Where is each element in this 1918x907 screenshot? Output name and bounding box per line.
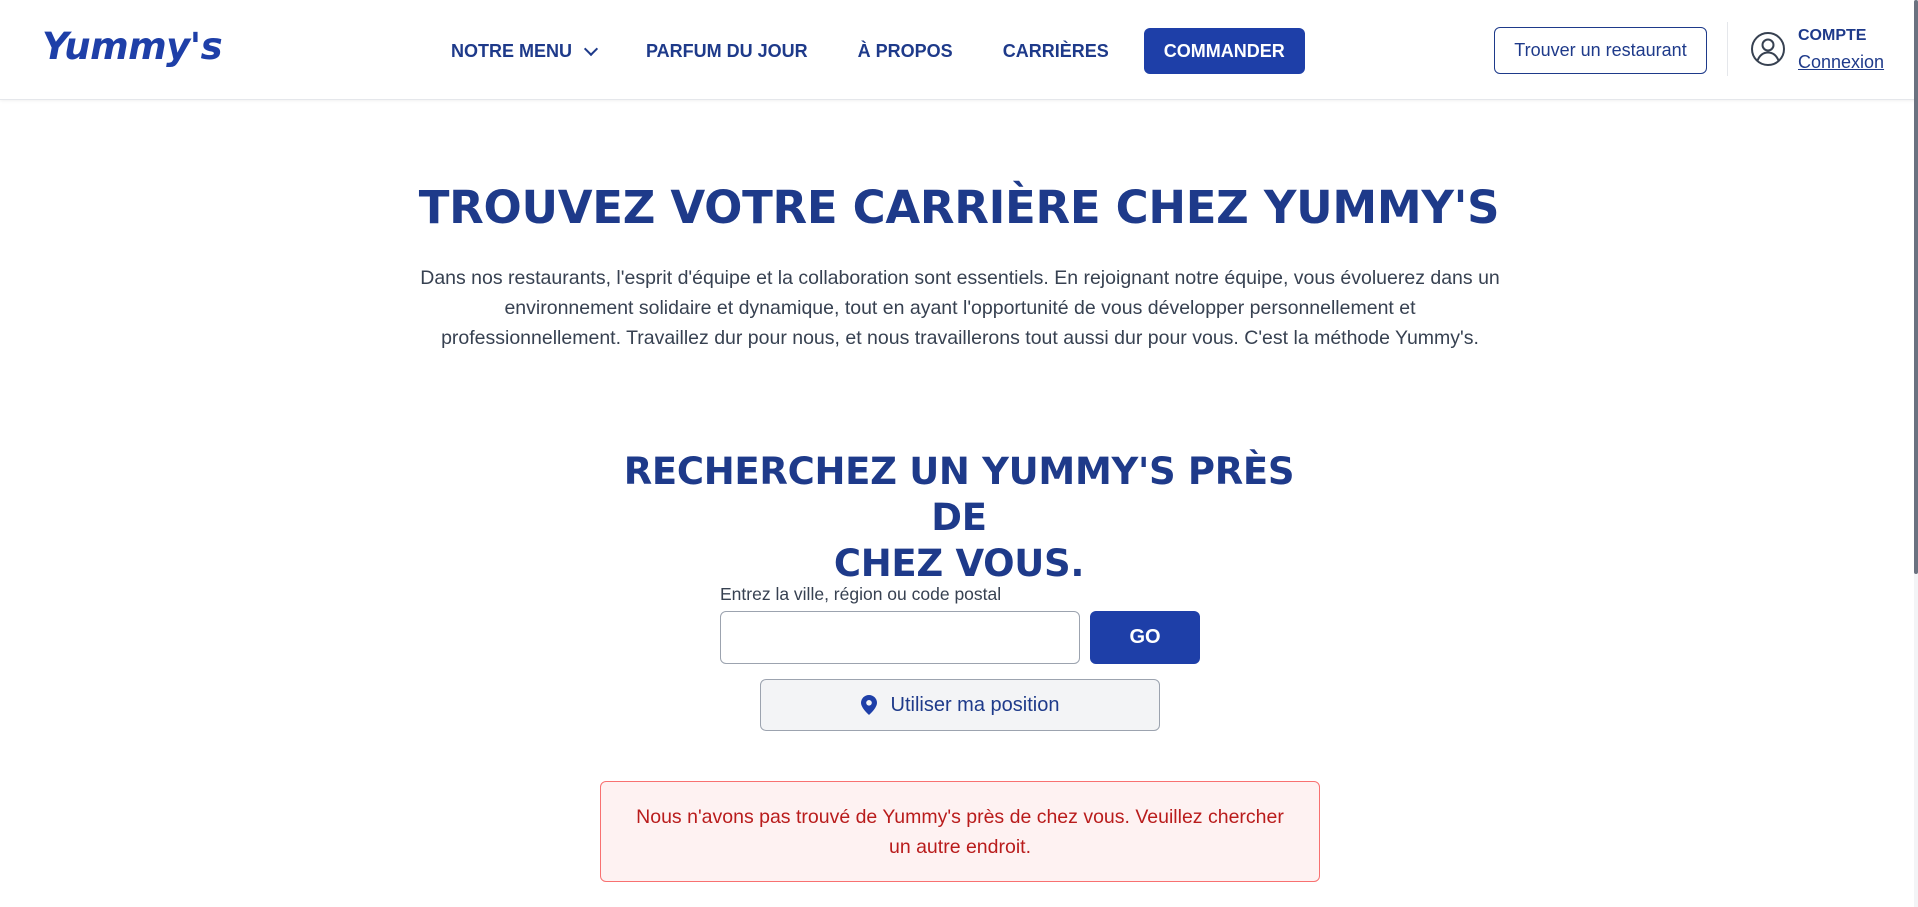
account-title: COMPTE bbox=[1798, 27, 1867, 44]
header-divider bbox=[1727, 22, 1728, 76]
nav-item-careers[interactable]: CARRIÈRES bbox=[1003, 41, 1109, 62]
intro-line: environnement solidaire et dynamique, to… bbox=[504, 297, 1416, 319]
site-header: Yummy's NOTRE MENU PARFUM DU JOUR À PROP… bbox=[0, 0, 1918, 100]
scrollbar-thumb[interactable] bbox=[1914, 0, 1918, 574]
intro-line: Dans nos restaurants, l'esprit d'équipe … bbox=[420, 267, 1500, 289]
map-pin-icon bbox=[860, 695, 877, 715]
location-input-label: Entrez la ville, région ou code postal bbox=[720, 584, 1002, 604]
error-message: Nous n'avons pas trouvé de Yummy's près … bbox=[636, 802, 1284, 862]
go-button[interactable]: GO bbox=[1090, 611, 1200, 664]
nav-item-menu[interactable]: NOTRE MENU bbox=[451, 40, 599, 62]
chevron-down-icon bbox=[583, 41, 599, 56]
error-message-line: un autre endroit. bbox=[888, 835, 1031, 858]
intro-text: Dans nos restaurants, l'esprit d'équipe … bbox=[404, 263, 1516, 353]
intro-line: professionnellement. Travaillez dur pour… bbox=[441, 327, 1479, 349]
error-alert: Nous n'avons pas trouvé de Yummy's près … bbox=[600, 781, 1320, 882]
order-button[interactable]: COMMANDER bbox=[1143, 28, 1305, 74]
search-heading-line: CHEZ VOUS. bbox=[833, 542, 1085, 585]
page-title: TROUVEZ VOTRE CARRIÈRE CHEZ YUMMY'S bbox=[418, 181, 1500, 234]
account-block: COMPTE Connexion bbox=[1798, 26, 1884, 73]
nav-item-about[interactable]: À PROPOS bbox=[858, 41, 953, 62]
search-heading-line: RECHERCHEZ UN YUMMY'S PRÈS DE bbox=[623, 450, 1295, 539]
user-circle-icon[interactable] bbox=[1750, 31, 1786, 67]
location-search-input[interactable] bbox=[720, 611, 1080, 664]
error-message-line: Nous n'avons pas trouvé de Yummy's près … bbox=[636, 805, 1284, 828]
nav-item-flavor-of-day[interactable]: PARFUM DU JOUR bbox=[646, 41, 808, 62]
use-location-label: Utiliser ma position bbox=[890, 693, 1060, 716]
find-restaurant-button[interactable]: Trouver un restaurant bbox=[1494, 27, 1707, 74]
main-nav: NOTRE MENU PARFUM DU JOUR À PROPOS CARRI… bbox=[451, 28, 1305, 74]
nav-item-menu-label: NOTRE MENU bbox=[451, 40, 572, 61]
login-link[interactable]: Connexion bbox=[1798, 51, 1884, 73]
search-heading: RECHERCHEZ UN YUMMY'S PRÈS DE CHEZ VOUS. bbox=[609, 449, 1309, 587]
use-location-button[interactable]: Utiliser ma position bbox=[760, 679, 1160, 731]
logo[interactable]: Yummy's bbox=[42, 28, 223, 65]
